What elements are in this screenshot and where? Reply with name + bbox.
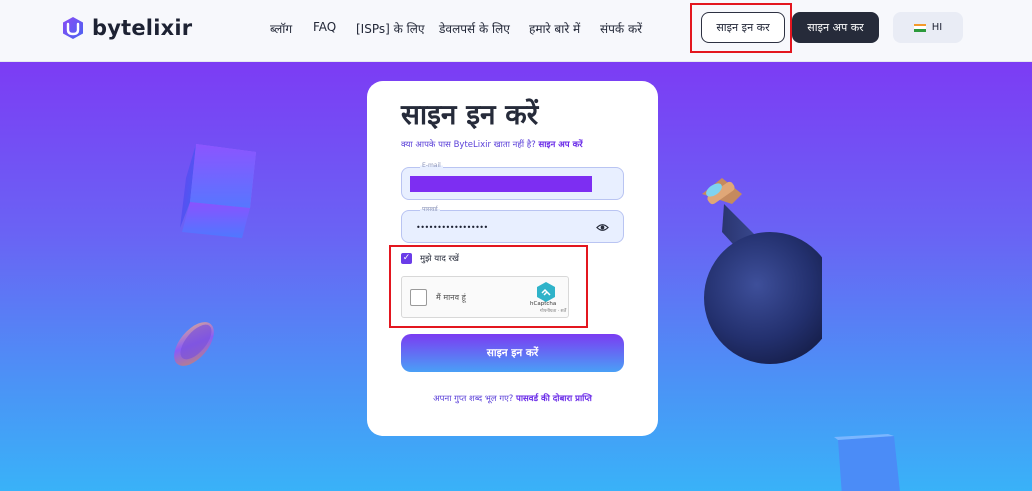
top-navbar: bytelixir ब्लॉग FAQ [ISPs] के लिए डेवलपर… [0, 0, 1032, 62]
password-value: ••••••••••••••••• [416, 223, 488, 232]
signup-link[interactable]: साइन अप करें [538, 140, 582, 150]
password-recovery-link[interactable]: पासवर्ड की दोबारा प्राप्ति [516, 394, 592, 404]
cube-decoration-bottom-icon [834, 434, 900, 491]
signin-submit-button[interactable]: साइन इन करें [401, 334, 624, 372]
no-account-prompt: क्या आपके पास ByteLixir खाता नहीं है? [401, 140, 536, 150]
forgot-password-text: अपना गुप्त शब्द भूल गए? पासवर्ड की दोबार… [367, 393, 658, 404]
cube-decoration-icon [180, 144, 256, 238]
email-field[interactable]: E-mail [401, 162, 624, 200]
no-account-text: क्या आपके पास ByteLixir खाता नहीं है? सा… [401, 139, 583, 150]
brand-logo[interactable]: bytelixir [62, 16, 192, 40]
nav-contact[interactable]: संपर्क करें [600, 20, 642, 37]
coin-decoration-icon [174, 322, 214, 366]
language-selector[interactable]: HI [893, 12, 963, 43]
signup-button[interactable]: साइन अप कर [792, 12, 879, 43]
password-label: पासवर्ड [420, 205, 440, 213]
page-title: साइन इन करें [401, 98, 539, 131]
bytelixir-logo-icon [63, 17, 83, 39]
password-field[interactable]: पासवर्ड ••••••••••••••••• [401, 205, 624, 243]
email-value-redacted [410, 176, 592, 192]
india-flag-icon [913, 23, 926, 32]
nav-about[interactable]: हमारे बारे में [529, 20, 580, 37]
email-label: E-mail [420, 162, 443, 169]
eye-icon[interactable] [596, 221, 609, 234]
nav-developers[interactable]: डेवलपर्स के लिए [439, 20, 510, 37]
nav-isps[interactable]: [ISPs] के लिए [356, 20, 425, 37]
nav-faq[interactable]: FAQ [313, 20, 336, 34]
forgot-prompt: अपना गुप्त शब्द भूल गए? [433, 394, 514, 404]
flask-decoration-icon [702, 178, 822, 364]
brand-name: bytelixir [92, 16, 193, 40]
language-label: HI [931, 22, 943, 33]
signin-highlight-box [690, 3, 792, 53]
nav-blog[interactable]: ब्लॉग [270, 20, 292, 37]
captcha-highlight-box [389, 245, 588, 328]
